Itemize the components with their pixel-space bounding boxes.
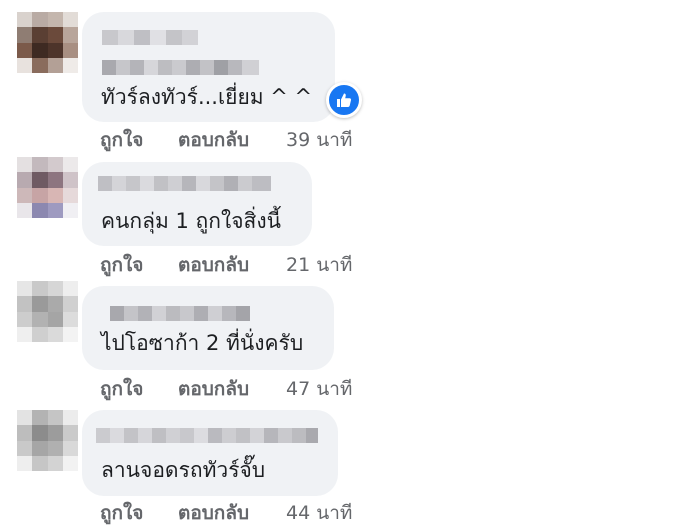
- avatar[interactable]: [17, 281, 78, 342]
- comment-bubble: ลานจอดรถทัวร์จั๊บ: [82, 410, 338, 496]
- avatar[interactable]: [17, 157, 78, 218]
- like-button[interactable]: ถูกใจ: [100, 504, 143, 523]
- like-button[interactable]: ถูกใจ: [100, 256, 143, 275]
- reply-button[interactable]: ตอบกลับ: [178, 504, 249, 523]
- timestamp[interactable]: 44 นาที: [286, 504, 352, 523]
- avatar[interactable]: [17, 410, 78, 471]
- comment-bubble: คนกลุ่ม 1 ถูกใจสิ่งนี้: [82, 162, 312, 246]
- reply-button[interactable]: ตอบกลับ: [178, 380, 249, 399]
- commenter-name-blurred[interactable]: [110, 306, 250, 321]
- comment-text: คนกลุ่ม 1 ถูกใจสิ่งนี้: [101, 209, 281, 233]
- reply-button[interactable]: ตอบกลับ: [178, 131, 249, 150]
- comment-bubble: ไปโอซาก้า 2 ที่นั่งครับ: [82, 286, 334, 370]
- like-button[interactable]: ถูกใจ: [100, 380, 143, 399]
- timestamp[interactable]: 21 นาที: [286, 256, 352, 275]
- timestamp[interactable]: 47 นาที: [286, 380, 352, 399]
- avatar[interactable]: [17, 12, 78, 73]
- commenter-name-blurred[interactable]: [102, 60, 259, 75]
- comment-bubble: ทัวร์ลงทัวร์...เยี่ยม ^ ^: [82, 12, 335, 122]
- commenter-name-blurred[interactable]: [98, 176, 271, 191]
- comment-text: ไปโอซาก้า 2 ที่นั่งครับ: [101, 331, 304, 355]
- comment-text: ลานจอดรถทัวร์จั๊บ: [101, 458, 266, 482]
- timestamp[interactable]: 39 นาที: [286, 131, 352, 150]
- commenter-name-blurred[interactable]: [96, 428, 318, 443]
- like-button[interactable]: ถูกใจ: [100, 131, 143, 150]
- thumbs-up-icon[interactable]: [326, 82, 362, 118]
- reply-button[interactable]: ตอบกลับ: [178, 256, 249, 275]
- commenter-name-blurred[interactable]: [102, 30, 198, 45]
- comment-text: ทัวร์ลงทัวร์...เยี่ยม ^ ^: [101, 85, 313, 109]
